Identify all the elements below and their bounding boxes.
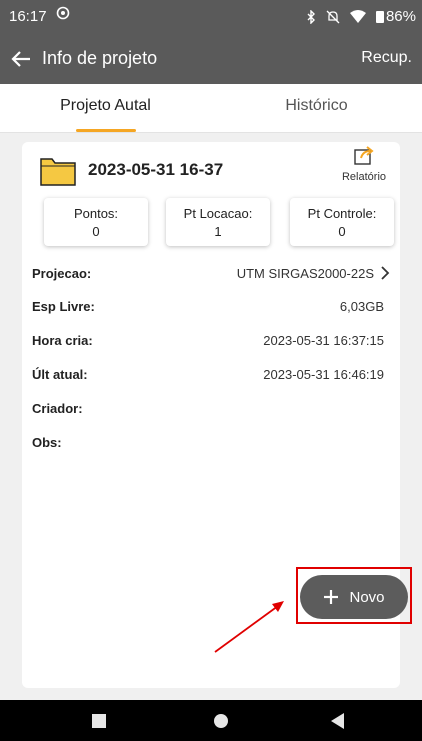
annotation-arrow [214,601,284,653]
annotation-highlight-box [296,567,412,624]
back-nav-icon[interactable] [331,713,345,729]
system-nav-bar [0,700,422,741]
home-icon[interactable] [213,713,229,729]
recent-apps-icon[interactable] [92,714,106,728]
